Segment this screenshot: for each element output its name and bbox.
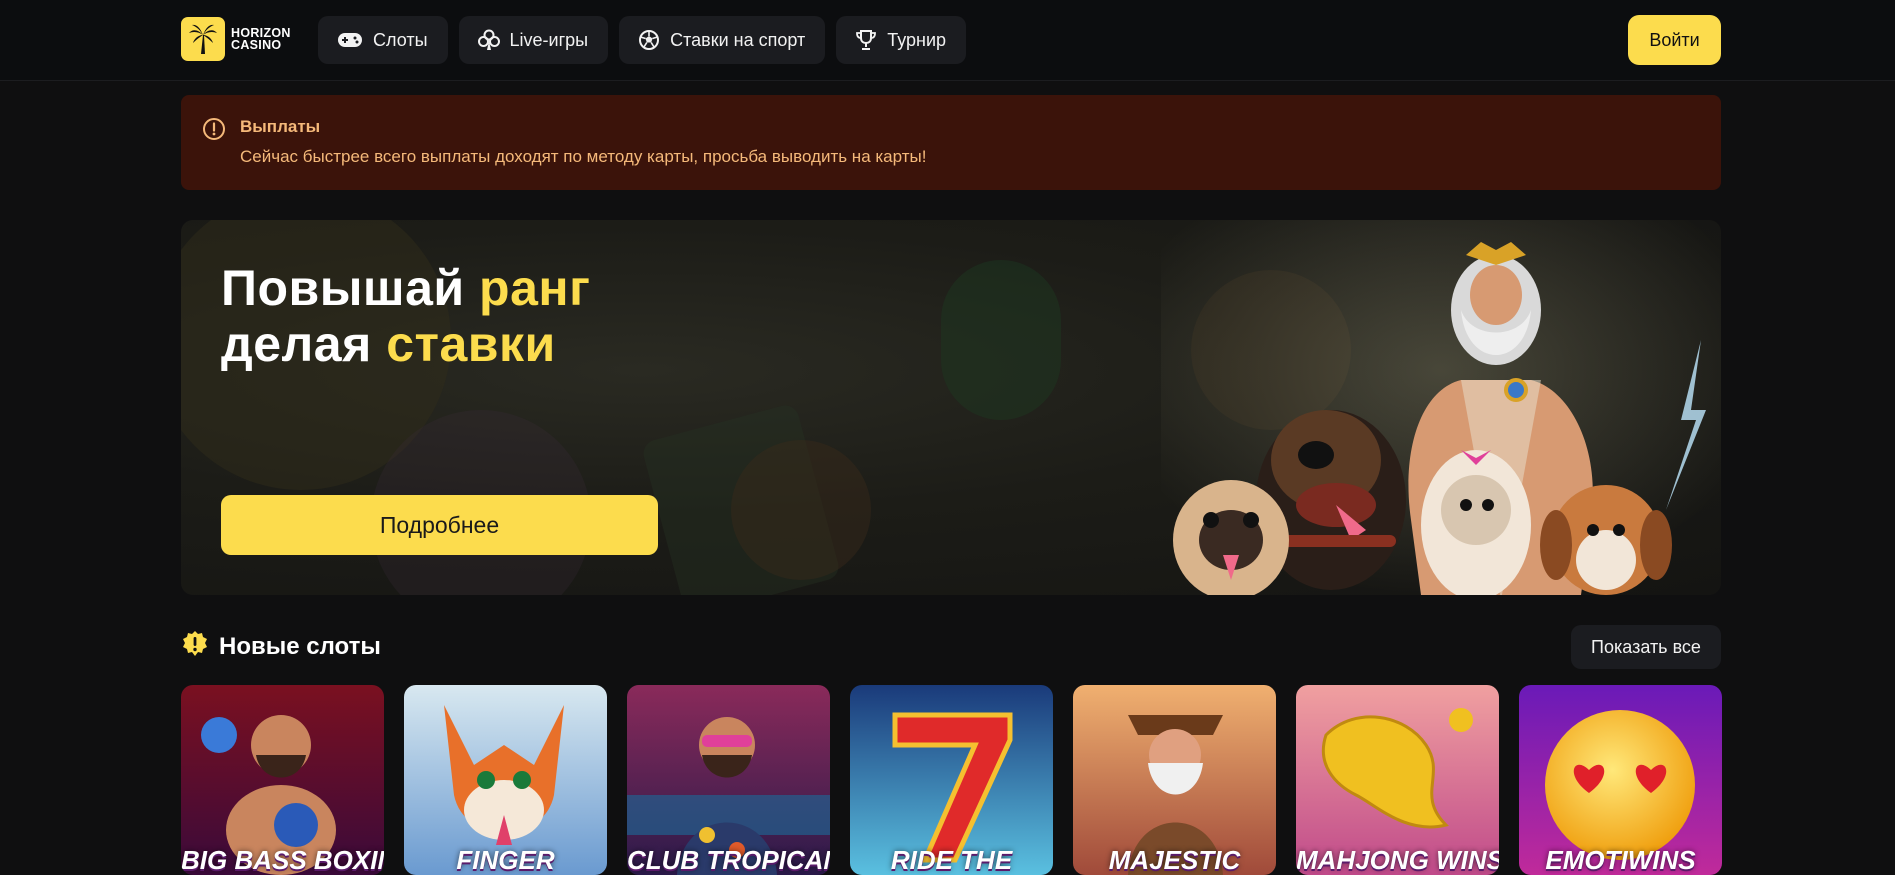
main-nav: Слоты Live-игры Ставки на спорт Турнир [318,16,967,64]
headline-word-white: делая [221,316,387,372]
palm-tree-icon [181,17,225,61]
slot-title: EMOTIWINS [1545,845,1696,875]
slot-card-ride-the[interactable]: RIDE THE [850,685,1053,875]
slot-card-finger[interactable]: FINGER [404,685,607,875]
promo-banner: Повышай ранг делая ставки Подробнее [181,220,1721,595]
slot-title: RIDE THE [890,845,1013,875]
banner-headline-line2: делая ставки [221,316,590,372]
login-button[interactable]: Войти [1628,15,1721,65]
alert-text: Сейчас быстрее всего выплаты доходят по … [240,147,927,166]
club-icon [477,29,500,51]
slot-cards-row: BIG BASS BOXING FINGER CLUB TROPICANA [181,685,1722,875]
badge-alert-icon [181,630,209,663]
slot-title: MAJESTIC [1108,845,1241,875]
slot-card-big-bass-boxing[interactable]: BIG BASS BOXING [181,685,384,875]
nav-item-live-games[interactable]: Live-игры [458,16,609,64]
logo-line2: CASINO [231,38,282,52]
nav-item-label: Турнир [887,29,947,50]
headline-word-accent: ранг [479,260,591,316]
nav-item-sports-betting[interactable]: Ставки на спорт [619,16,826,64]
banner-headline: Повышай ранг делая ставки [221,260,590,372]
nav-item-tournament[interactable]: Турнир [836,16,967,64]
top-bar: HORIZON CASINO Слоты Live-игры Ставки на… [0,0,1895,81]
headline-word-white: Повышай [221,260,480,316]
section-title: Новые слоты [219,632,381,660]
logo-text: HORIZON CASINO [231,27,291,52]
gamepad-icon [337,31,363,49]
nav-item-slots[interactable]: Слоты [318,16,448,64]
banner-more-button[interactable]: Подробнее [221,495,658,555]
alert-circle-icon [202,117,226,146]
slot-title: CLUB TROPICANA [627,845,830,875]
slot-card-club-tropicana[interactable]: CLUB TROPICANA [627,685,830,875]
nav-item-label: Live-игры [509,29,589,50]
alert-title: Выплаты [240,117,321,136]
logo[interactable]: HORIZON CASINO [181,17,291,61]
slot-title: FINGER [456,845,555,875]
new-slots-header: Новые слоты [181,630,381,663]
nav-item-label: Ставки на спорт [670,29,806,50]
show-all-button[interactable]: Показать все [1571,625,1721,669]
trophy-icon [855,29,877,51]
banner-headline-line1: Повышай ранг [221,260,590,316]
slot-card-mahjong-wins[interactable]: MAHJONG WINS [1296,685,1499,875]
slot-title: BIG BASS BOXING [181,845,384,875]
soccer-ball-icon [638,29,660,51]
payout-alert: Выплаты Сейчас быстрее всего выплаты дох… [181,95,1721,190]
slot-card-majestic[interactable]: MAJESTIC [1073,685,1276,875]
nav-item-label: Слоты [373,29,428,50]
slot-title: MAHJONG WINS [1296,845,1499,875]
headline-word-accent: ставки [386,316,556,372]
slot-card-emotiwins[interactable]: EMOTIWINS [1519,685,1722,875]
zeus-and-dogs-artwork [1161,220,1721,595]
